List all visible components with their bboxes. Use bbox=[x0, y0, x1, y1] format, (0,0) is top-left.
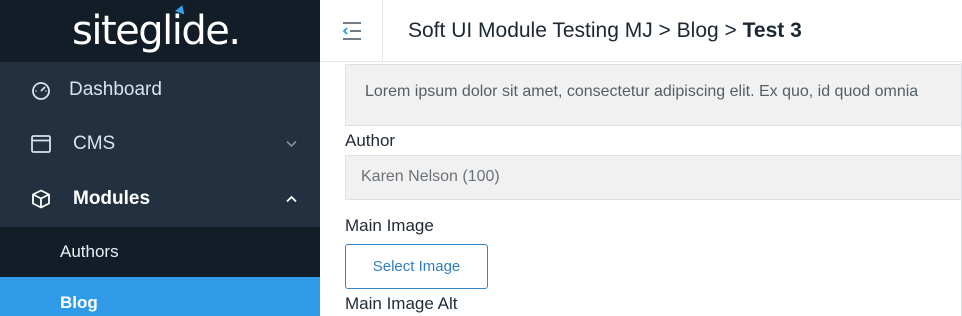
sidebar-item-label: CMS bbox=[73, 132, 116, 154]
sidebar: siteglide. Dashboard CMS Modules Authors… bbox=[0, 0, 320, 316]
author-label: Author bbox=[345, 131, 396, 150]
sidebar-item-dashboard[interactable]: Dashboard bbox=[0, 62, 320, 117]
sidebar-subitem-authors[interactable]: Authors bbox=[0, 227, 320, 277]
main-image-alt-label: Main Image Alt bbox=[345, 294, 458, 313]
logo-area: siteglide. bbox=[0, 0, 320, 62]
breadcrumb-path[interactable]: Soft UI Module Testing MJ > Blog > bbox=[408, 19, 743, 42]
select-image-button[interactable]: Select Image bbox=[345, 244, 488, 289]
sidebar-subitem-blog[interactable]: Blog bbox=[0, 277, 320, 316]
logo-text: siteglide. bbox=[72, 8, 241, 54]
window-icon bbox=[30, 133, 52, 155]
sidebar-item-label: Modules bbox=[73, 187, 151, 209]
sidebar-item-label: Dashboard bbox=[69, 78, 162, 100]
siteglide-logo[interactable]: siteglide. bbox=[72, 3, 241, 54]
sidebar-item-modules[interactable]: Modules bbox=[0, 171, 320, 226]
author-field[interactable]: Karen Nelson (100) bbox=[345, 155, 962, 200]
chevron-up-icon bbox=[284, 192, 298, 206]
gauge-icon bbox=[30, 79, 52, 101]
description-value: Lorem ipsum dolor sit amet, consectetur … bbox=[365, 83, 919, 100]
top-header: Soft UI Module Testing MJ > Blog > Test … bbox=[320, 0, 962, 62]
breadcrumb-current: Test 3 bbox=[742, 19, 802, 42]
chevron-down-icon bbox=[284, 137, 298, 151]
author-value: Karen Nelson (100) bbox=[361, 168, 500, 185]
description-textarea[interactable]: Lorem ipsum dolor sit amet, consectetur … bbox=[345, 64, 962, 126]
sidebar-item-cms[interactable]: CMS bbox=[0, 116, 320, 171]
main-content: Lorem ipsum dolor sit amet, consectetur … bbox=[320, 63, 962, 316]
breadcrumb: Soft UI Module Testing MJ > Blog > Test … bbox=[408, 19, 802, 43]
sidebar-subitem-label: Authors bbox=[60, 242, 119, 261]
menu-collapse-icon[interactable] bbox=[340, 20, 364, 42]
sidebar-subitem-label: Blog bbox=[60, 293, 98, 312]
cube-icon bbox=[30, 188, 52, 210]
header-divider bbox=[382, 0, 383, 62]
main-image-label: Main Image bbox=[345, 216, 434, 235]
